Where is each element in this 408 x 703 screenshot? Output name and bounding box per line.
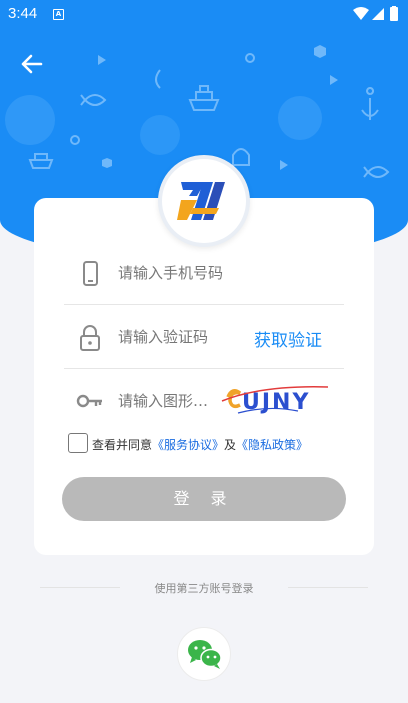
agreement-conjunction: 及 xyxy=(224,438,237,452)
login-button[interactable]: 登 录 xyxy=(62,477,346,521)
phone-row xyxy=(64,242,344,304)
login-card: 获取验证 UJNY 查看并同意《服务协议》及《隐私政策》 登 录 xyxy=(34,198,374,555)
captcha-image[interactable]: UJNY xyxy=(220,383,332,415)
captcha-text: UJNY xyxy=(242,390,310,415)
phone-icon xyxy=(83,261,98,286)
privacy-policy-link[interactable]: 《隐私政策》 xyxy=(236,438,308,452)
app-notification-icon: A xyxy=(53,9,64,20)
key-icon xyxy=(76,394,102,408)
image-code-input[interactable] xyxy=(118,388,214,414)
status-time: 3:44 xyxy=(8,5,38,22)
status-indicators xyxy=(353,6,398,21)
service-agreement-link[interactable]: 《服务协议》 xyxy=(152,438,224,452)
agreement-prefix: 查看并同意 xyxy=(92,438,153,452)
third-party-label: 使用第三方账号登录 xyxy=(154,582,254,595)
status-icons xyxy=(352,6,400,26)
logo-icon xyxy=(177,182,225,220)
agreement-text: 查看并同意《服务协议》及《隐私政策》 xyxy=(92,436,308,453)
wechat-login-button[interactable] xyxy=(177,627,231,681)
signal-icon xyxy=(372,8,384,20)
wechat-icon xyxy=(188,640,222,669)
divider xyxy=(288,587,368,588)
divider xyxy=(64,368,344,369)
status-bar: 3:44 A xyxy=(0,0,408,28)
battery-icon xyxy=(390,7,398,21)
divider xyxy=(40,587,120,588)
lock-icon xyxy=(80,325,100,351)
phone-input[interactable] xyxy=(118,260,328,286)
get-code-button[interactable]: 获取验证 xyxy=(254,326,322,351)
code-row: 获取验证 xyxy=(64,306,344,368)
back-button[interactable] xyxy=(18,50,48,78)
agreement-checkbox[interactable] xyxy=(68,433,88,453)
third-party-section: 使用第三方账号登录 xyxy=(0,580,408,596)
app-logo xyxy=(158,155,250,247)
divider xyxy=(64,304,344,305)
verification-code-input[interactable] xyxy=(118,324,238,350)
back-arrow-icon xyxy=(21,54,43,74)
wifi-icon xyxy=(353,7,369,20)
